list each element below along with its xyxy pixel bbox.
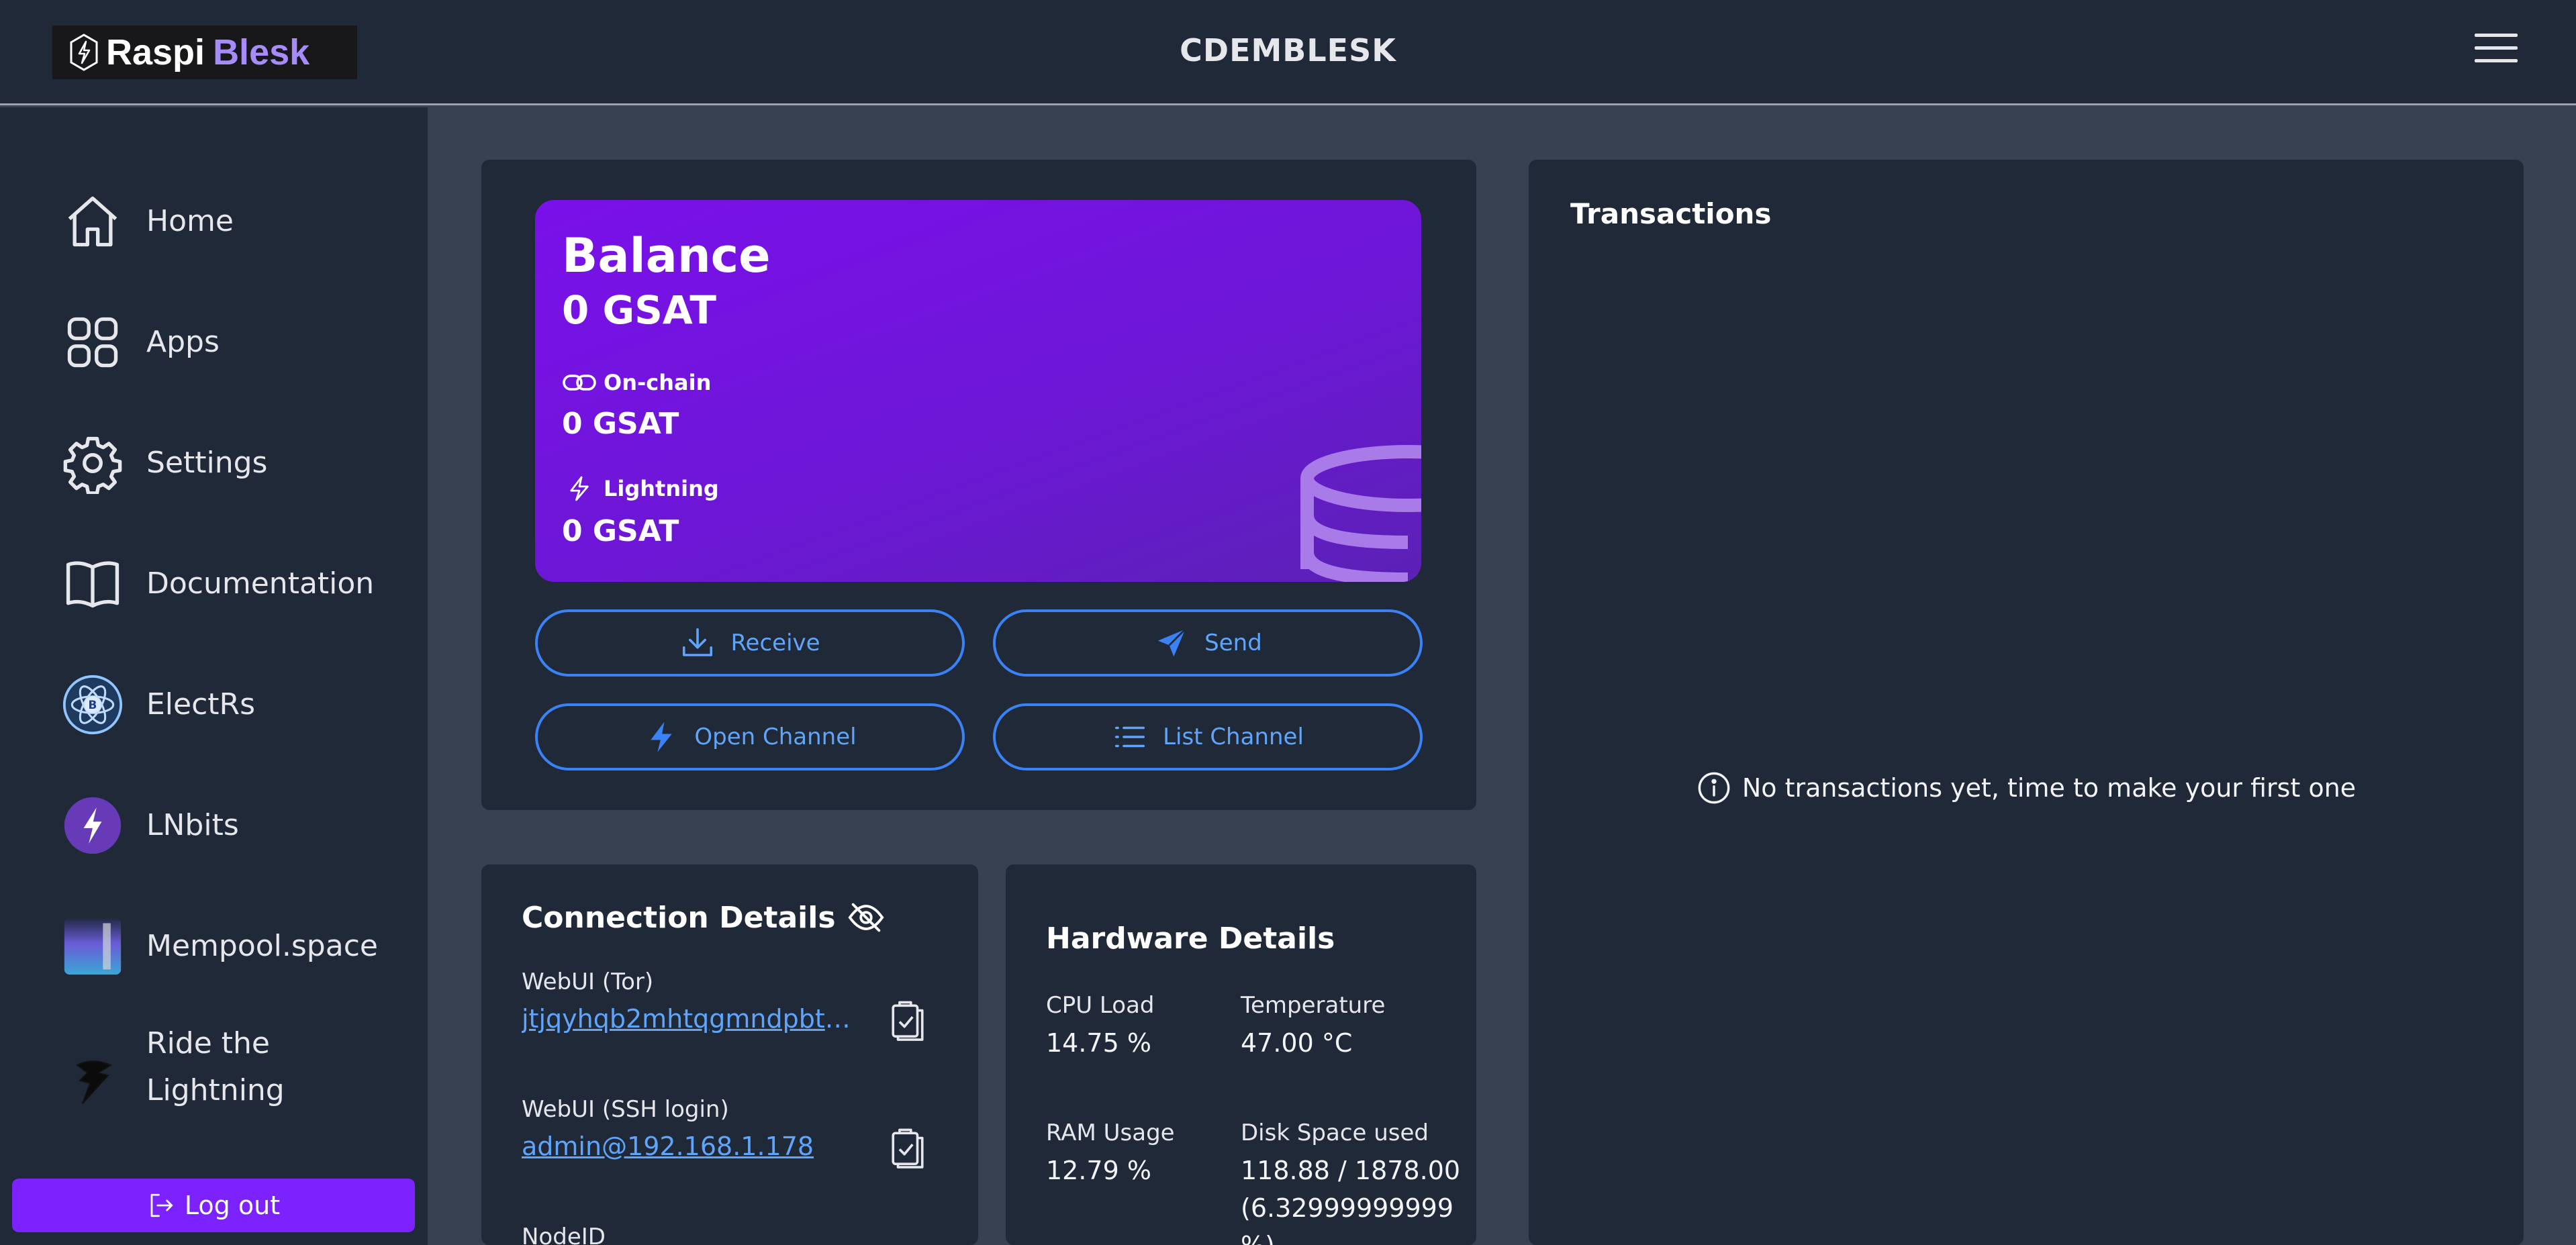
clipboard-copy-icon[interactable] — [888, 999, 927, 1042]
paper-plane-icon — [1157, 628, 1186, 657]
rtl-icon — [59, 1047, 126, 1114]
apps-grid-icon — [59, 309, 126, 376]
ram-usage-label: RAM Usage — [1046, 1119, 1175, 1146]
lightning-bolt-icon — [651, 721, 673, 752]
node-name-title: CDEMBLESK — [1180, 32, 1396, 68]
sidebar-item-mempool[interactable]: Mempool.space — [0, 899, 428, 993]
transactions-empty-state: No transactions yet, time to make your f… — [1529, 770, 2524, 805]
sidebar: Home Apps Settings Documentation B Elect… — [0, 107, 428, 1245]
sidebar-item-apps[interactable]: Apps — [0, 295, 428, 389]
list-channel-button[interactable]: List Channel — [993, 703, 1423, 770]
gear-icon — [59, 430, 126, 497]
balance-panel: Balance 0 GSAT On-chain 0 GSAT Lightning… — [535, 200, 1421, 582]
clipboard-copy-icon[interactable] — [888, 1126, 927, 1169]
list-icon — [1115, 726, 1145, 748]
electrs-icon: B — [59, 671, 126, 738]
sidebar-item-label: Ride the Lightning — [146, 1026, 285, 1107]
transactions-title: Transactions — [1570, 197, 1772, 230]
sidebar-item-label: Home — [146, 204, 234, 238]
cpu-load-value: 14.75 % — [1046, 1028, 1151, 1058]
webui-ssh-label: WebUI (SSH login) — [522, 1096, 729, 1123]
receive-button[interactable]: Receive — [535, 609, 965, 677]
sidebar-item-electrs[interactable]: B ElectRs — [0, 658, 428, 752]
mempool-icon — [59, 913, 126, 980]
top-header: Raspi Blesk CDEMBLESK — [0, 0, 2576, 105]
sidebar-item-label: Settings — [146, 446, 268, 480]
connection-details-card: Connection Details WebUI (Tor) jtjqyhqb2… — [481, 864, 978, 1245]
sidebar-item-settings[interactable]: Settings — [0, 416, 428, 510]
balance-total: 0 GSAT — [562, 287, 716, 333]
open-channel-button[interactable]: Open Channel — [535, 703, 965, 770]
sidebar-item-documentation[interactable]: Documentation — [0, 537, 428, 631]
lnbits-icon — [59, 792, 126, 859]
connection-details-title: Connection Details — [522, 900, 836, 935]
lightning-value: 0 GSAT — [562, 514, 679, 548]
sidebar-item-label: ElectRs — [146, 687, 256, 721]
webui-tor-label: WebUI (Tor) — [522, 968, 654, 995]
sidebar-item-label: Mempool.space — [146, 929, 378, 963]
hardware-details-title: Hardware Details — [1046, 922, 1335, 956]
onchain-label-row: On-chain — [562, 369, 711, 396]
disk-space-label: Disk Space used — [1241, 1119, 1429, 1146]
balance-title: Balance — [562, 228, 771, 283]
webui-ssh-link[interactable]: admin@192.168.1.178 — [522, 1132, 857, 1161]
wallet-card: Balance 0 GSAT On-chain 0 GSAT Lightning… — [481, 160, 1476, 810]
onchain-label: On-chain — [604, 370, 712, 395]
send-button[interactable]: Send — [993, 609, 1423, 677]
hamburger-menu-icon[interactable] — [2475, 34, 2518, 70]
ram-usage-value: 12.79 % — [1046, 1156, 1151, 1185]
logout-icon — [150, 1193, 173, 1217]
disk-space-value-line3: %) — [1241, 1231, 1275, 1245]
sidebar-item-lnbits[interactable]: LNbits — [0, 779, 428, 873]
disk-space-value-line1: 118.88 / 1878.00 — [1241, 1156, 1461, 1185]
info-icon — [1698, 772, 1730, 804]
logout-label: Log out — [184, 1191, 281, 1220]
sidebar-item-label: Apps — [146, 325, 220, 359]
download-icon — [683, 628, 713, 656]
lightning-bolt-icon — [570, 476, 589, 501]
coin-stack-icon — [1300, 445, 1421, 582]
hardware-details-card: Hardware Details CPU Load 14.75 % Temper… — [1006, 864, 1476, 1245]
temperature-value: 47.00 °C — [1241, 1028, 1353, 1058]
app-root: Raspi Blesk CDEMBLESK Home Apps Settings — [0, 0, 2576, 1245]
lightning-label: Lightning — [604, 476, 719, 501]
book-icon — [59, 550, 126, 617]
transactions-card: Transactions No transactions yet, time t… — [1529, 160, 2524, 1245]
home-icon — [59, 188, 126, 255]
onchain-value: 0 GSAT — [562, 407, 679, 441]
nodeid-label: NodeID — [522, 1224, 606, 1245]
chain-link-icon — [563, 375, 596, 391]
transactions-empty-message: No transactions yet, time to make your f… — [1742, 773, 2356, 803]
sidebar-item-label: Documentation — [146, 566, 375, 601]
webui-tor-link[interactable]: jtjqyhqb2mhtqgmndpbttq... — [522, 1004, 857, 1034]
eye-off-icon[interactable] — [847, 898, 886, 937]
sidebar-item-label: LNbits — [146, 808, 239, 842]
cpu-load-label: CPU Load — [1046, 992, 1155, 1019]
connection-details-header: Connection Details — [522, 898, 886, 937]
logout-button[interactable]: Log out — [12, 1179, 415, 1232]
svg-text:B: B — [89, 698, 97, 711]
sidebar-item-ride-the-lightning[interactable]: Ride the Lightning — [0, 1020, 428, 1141]
sidebar-item-home[interactable]: Home — [0, 175, 428, 268]
lightning-label-row: Lightning — [562, 475, 719, 502]
temperature-label: Temperature — [1241, 992, 1386, 1019]
disk-space-value-line2: (6.32999999999 — [1241, 1193, 1454, 1223]
